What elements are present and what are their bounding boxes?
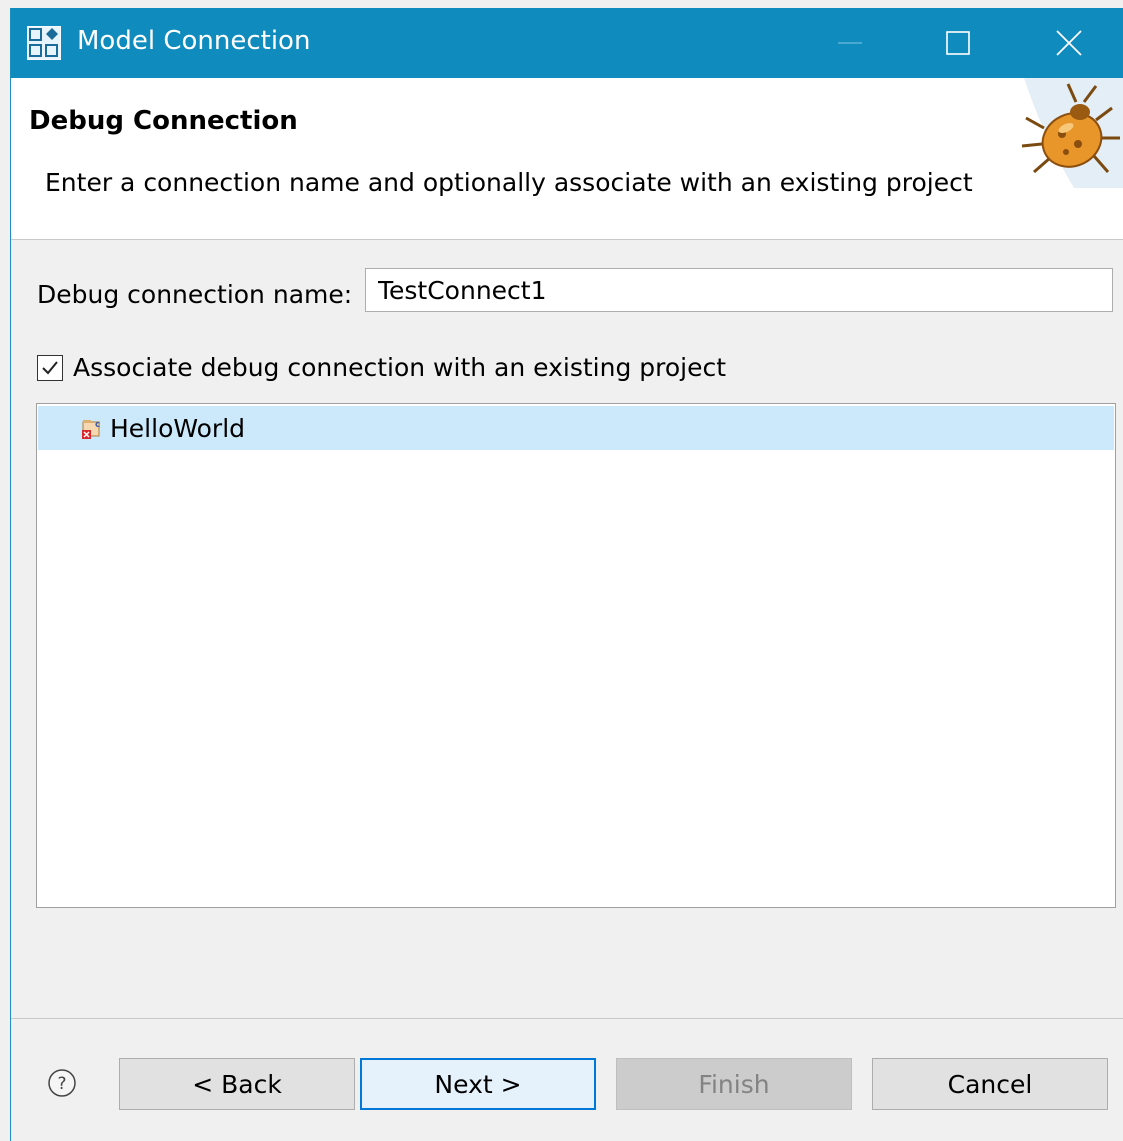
page-title: Debug Connection bbox=[29, 106, 298, 136]
close-button[interactable] bbox=[1027, 8, 1111, 78]
svg-text:?: ? bbox=[57, 1074, 66, 1094]
project-list[interactable]: c HelloWorld bbox=[36, 403, 1116, 908]
back-button[interactable]: < Back bbox=[119, 1058, 355, 1110]
bug-icon bbox=[1021, 78, 1123, 188]
checkmark-icon bbox=[42, 360, 58, 374]
associate-project-label: Associate debug connection with an exist… bbox=[73, 353, 727, 382]
app-icon bbox=[27, 26, 61, 60]
divider bbox=[11, 1018, 1123, 1019]
list-item[interactable]: c HelloWorld bbox=[38, 406, 1114, 450]
next-button[interactable]: Next > bbox=[360, 1058, 596, 1110]
connection-name-label: Debug connection name: bbox=[37, 280, 353, 309]
window-title: Model Connection bbox=[77, 26, 311, 56]
title-bar[interactable]: Model Connection bbox=[11, 8, 1123, 78]
list-item-label: HelloWorld bbox=[110, 413, 246, 443]
maximize-icon bbox=[946, 31, 970, 55]
maximize-button[interactable] bbox=[916, 8, 1000, 78]
help-icon[interactable]: ? bbox=[47, 1068, 77, 1098]
minimize-button[interactable] bbox=[808, 8, 892, 78]
page-description: Enter a connection name and optionally a… bbox=[45, 168, 973, 197]
c-project-icon: c bbox=[82, 420, 100, 439]
svg-text:c: c bbox=[95, 420, 100, 430]
minimize-icon bbox=[838, 42, 862, 44]
wizard-banner: Debug Connection Enter a connection name… bbox=[11, 78, 1123, 240]
associate-project-checkbox[interactable] bbox=[37, 354, 63, 381]
dialog-window: Model Connection Debug Connection Enter … bbox=[10, 8, 1123, 1141]
close-icon bbox=[1056, 30, 1082, 56]
associate-project-row[interactable]: Associate debug connection with an exist… bbox=[37, 353, 726, 382]
connection-name-input[interactable] bbox=[365, 268, 1113, 312]
cancel-button[interactable]: Cancel bbox=[872, 1058, 1108, 1110]
finish-button[interactable]: Finish bbox=[616, 1058, 852, 1110]
